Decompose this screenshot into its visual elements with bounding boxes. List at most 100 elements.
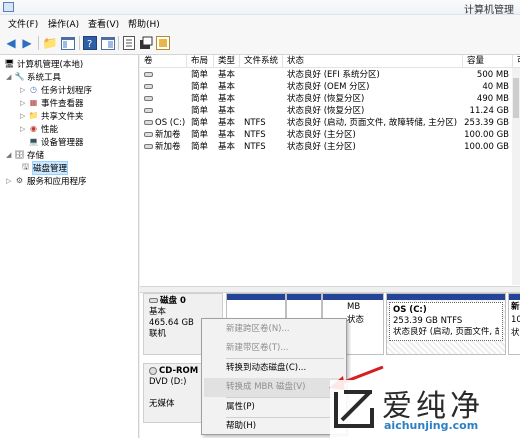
- column-header-free[interactable]: 可: [513, 55, 520, 68]
- menu-properties[interactable]: 属性(P): [204, 398, 344, 417]
- disk-management-icon: 🖫: [22, 161, 29, 171]
- tree-item-event-viewer[interactable]: ▷ ▦ 事件查看器: [20, 96, 84, 109]
- volume-icon: [144, 132, 153, 137]
- volume-cell-text: 11.24 GB: [469, 106, 509, 116]
- column-header-capacity[interactable]: 容量: [463, 55, 513, 68]
- volume-cell-status: 状态良好 (EFI 系统分区): [283, 69, 463, 81]
- tools-icon: 🔧: [14, 72, 25, 81]
- expand-arrow-icon[interactable]: ▷: [20, 125, 28, 133]
- volume-row[interactable]: 新加卷 简单 基本 NTFS 状态良好 (主分区) 100.00 GB: [140, 129, 520, 141]
- menu-file[interactable]: 文件(F): [6, 17, 40, 30]
- volume-cell-fs: NTFS: [240, 117, 283, 129]
- volume-cell-status: 状态良好 (恢复分区): [283, 105, 463, 117]
- volume-cell-layout: 简单: [187, 105, 214, 117]
- menu-new-striped-volume[interactable]: 新建带区卷(T)...: [204, 339, 344, 358]
- volume-cell-status: 状态良好 (启动, 页面文件, 故障转储, 主分区): [283, 117, 463, 129]
- disk-0-type: 基本: [149, 307, 167, 317]
- volume-cell-text: 基本: [218, 118, 236, 128]
- volume-row[interactable]: 简单 基本 状态良好 (恢复分区) 490 MB: [140, 93, 520, 105]
- tree-item-computer-management[interactable]: 🖥 计算机管理(本地): [4, 57, 83, 70]
- tree-item-services-apps[interactable]: ▷ ⚙ 服务和应用程序: [6, 174, 87, 187]
- volume-row[interactable]: 简单 基本 状态良好 (OEM 分区) 40 MB: [140, 81, 520, 93]
- volume-cell-capacity: 11.24 GB: [463, 105, 513, 117]
- volume-cell-text: 新加卷: [155, 130, 181, 140]
- back-arrow-icon[interactable]: ◀: [3, 35, 19, 51]
- tree-item-task-scheduler[interactable]: ▷ ◷ 任务计划程序: [20, 83, 92, 96]
- volume-cell-text: 基本: [218, 94, 236, 104]
- volume-cell-text: 简单: [191, 94, 209, 104]
- forward-arrow-icon[interactable]: ▶: [19, 35, 35, 51]
- partition-os-c[interactable]: OS (C:) 253.39 GB NTFS 状态良好 (启动, 页面文件, 故: [386, 293, 506, 355]
- volume-cell-capacity: 490 MB: [463, 93, 513, 105]
- tree-item-disk-management[interactable]: 🖫 磁盘管理: [20, 160, 69, 175]
- pane-splitter[interactable]: [140, 286, 520, 293]
- volume-list-scrollbar[interactable]: [512, 68, 520, 285]
- volume-cell-text: 基本: [218, 130, 236, 140]
- volume-row[interactable]: 简单 基本 状态良好 (恢复分区) 11.24 GB: [140, 105, 520, 117]
- volume-cell-capacity: 40 MB: [463, 81, 513, 93]
- volume-cell-text: 状态良好 (恢复分区): [287, 106, 365, 116]
- volume-cell-capacity: 500 MB: [463, 69, 513, 81]
- expand-arrow-icon[interactable]: ▷: [20, 112, 28, 120]
- volume-row[interactable]: OS (C:) 简单 基本 NTFS 状态良好 (启动, 页面文件, 故障转储, 主分区…: [140, 117, 520, 129]
- column-header-filesystem[interactable]: 文件系统: [240, 55, 283, 68]
- tree-item-performance[interactable]: ▷ ◉ 性能: [20, 122, 58, 135]
- volume-cell-volume: [140, 93, 187, 105]
- volume-cell-text: 简单: [191, 118, 209, 128]
- help-icon[interactable]: ?: [82, 35, 98, 51]
- volume-cell-volume: 新加卷: [140, 141, 187, 153]
- computer-management-icon: [3, 2, 14, 12]
- menu-new-spanned-volume[interactable]: 新建跨区卷(N)...: [204, 320, 344, 339]
- cd-drive-icon: [149, 366, 157, 375]
- partition-new-volume[interactable]: 新 10 状: [508, 293, 520, 355]
- column-header-type[interactable]: 类型: [214, 55, 240, 68]
- expand-arrow-icon[interactable]: ▷: [6, 177, 14, 185]
- partition-os-c-status: 状态良好 (启动, 页面文件, 故: [393, 327, 499, 337]
- export-icon[interactable]: [121, 35, 137, 51]
- menu-view[interactable]: 查看(V): [86, 17, 121, 30]
- tree-item-device-manager[interactable]: 💻 设备管理器: [28, 135, 84, 148]
- tree-item-storage[interactable]: ◢ 🗄 存储: [6, 148, 44, 161]
- volume-row[interactable]: 简单 基本 状态良好 (EFI 系统分区) 500 MB: [140, 69, 520, 81]
- volume-cell-text: NTFS: [244, 130, 266, 140]
- volume-cell-type: 基本: [214, 93, 240, 105]
- refresh-icon[interactable]: [138, 35, 154, 51]
- watermark-url: aichunjing.com: [384, 419, 479, 432]
- volume-cell-layout: 简单: [187, 129, 214, 141]
- menu-help-item[interactable]: 帮助(H): [204, 417, 344, 436]
- volume-cell-type: 基本: [214, 69, 240, 81]
- volume-cell-volume: 新加卷: [140, 129, 187, 141]
- tree-item-shared-folders[interactable]: ▷ 📁 共享文件夹: [20, 109, 84, 122]
- volume-cell-status: 状态良好 (主分区): [283, 141, 463, 153]
- show-tree-icon[interactable]: [60, 35, 76, 51]
- title-bar: 计算机管理: [0, 0, 520, 16]
- column-header-layout[interactable]: 布局: [187, 55, 214, 68]
- properties-icon[interactable]: [100, 35, 116, 51]
- volume-cell-capacity: 100.00 GB: [463, 141, 513, 153]
- collapse-arrow-icon[interactable]: ◢: [6, 151, 14, 159]
- volume-cell-text: 基本: [218, 142, 236, 152]
- partition-os-c-detail: 253.39 GB NTFS: [393, 316, 463, 326]
- expand-arrow-icon[interactable]: ▷: [20, 86, 28, 94]
- menu-help[interactable]: 帮助(H): [126, 17, 162, 30]
- volume-row[interactable]: 新加卷 简单 基本 NTFS 状态良好 (主分区) 100.00 GB: [140, 141, 520, 153]
- folder-up-icon[interactable]: 📁: [42, 35, 58, 51]
- volume-cell-status: 状态良好 (恢复分区): [283, 93, 463, 105]
- device-manager-icon: 💻: [28, 137, 39, 146]
- help-book-icon[interactable]: [155, 35, 171, 51]
- expand-arrow-icon[interactable]: ▷: [20, 99, 28, 107]
- volume-cell-text: 基本: [218, 70, 236, 80]
- volume-cell-layout: 简单: [187, 93, 214, 105]
- column-header-status[interactable]: 状态: [283, 55, 463, 68]
- volume-cell-status: 状态良好 (OEM 分区): [283, 81, 463, 93]
- menu-action[interactable]: 操作(A): [46, 17, 81, 30]
- volume-cell-volume: [140, 69, 187, 81]
- volume-cell-text: 新加卷: [155, 142, 181, 152]
- collapse-arrow-icon[interactable]: ◢: [6, 73, 14, 81]
- scrollbar-thumb[interactable]: [513, 78, 519, 118]
- column-header-volume[interactable]: 卷: [140, 55, 187, 68]
- volume-cell-text: NTFS: [244, 142, 266, 152]
- volume-cell-text: 简单: [191, 82, 209, 92]
- volume-cell-text: 状态良好 (主分区): [287, 130, 356, 140]
- tree-item-system-tools[interactable]: ◢ 🔧 系统工具: [6, 70, 61, 83]
